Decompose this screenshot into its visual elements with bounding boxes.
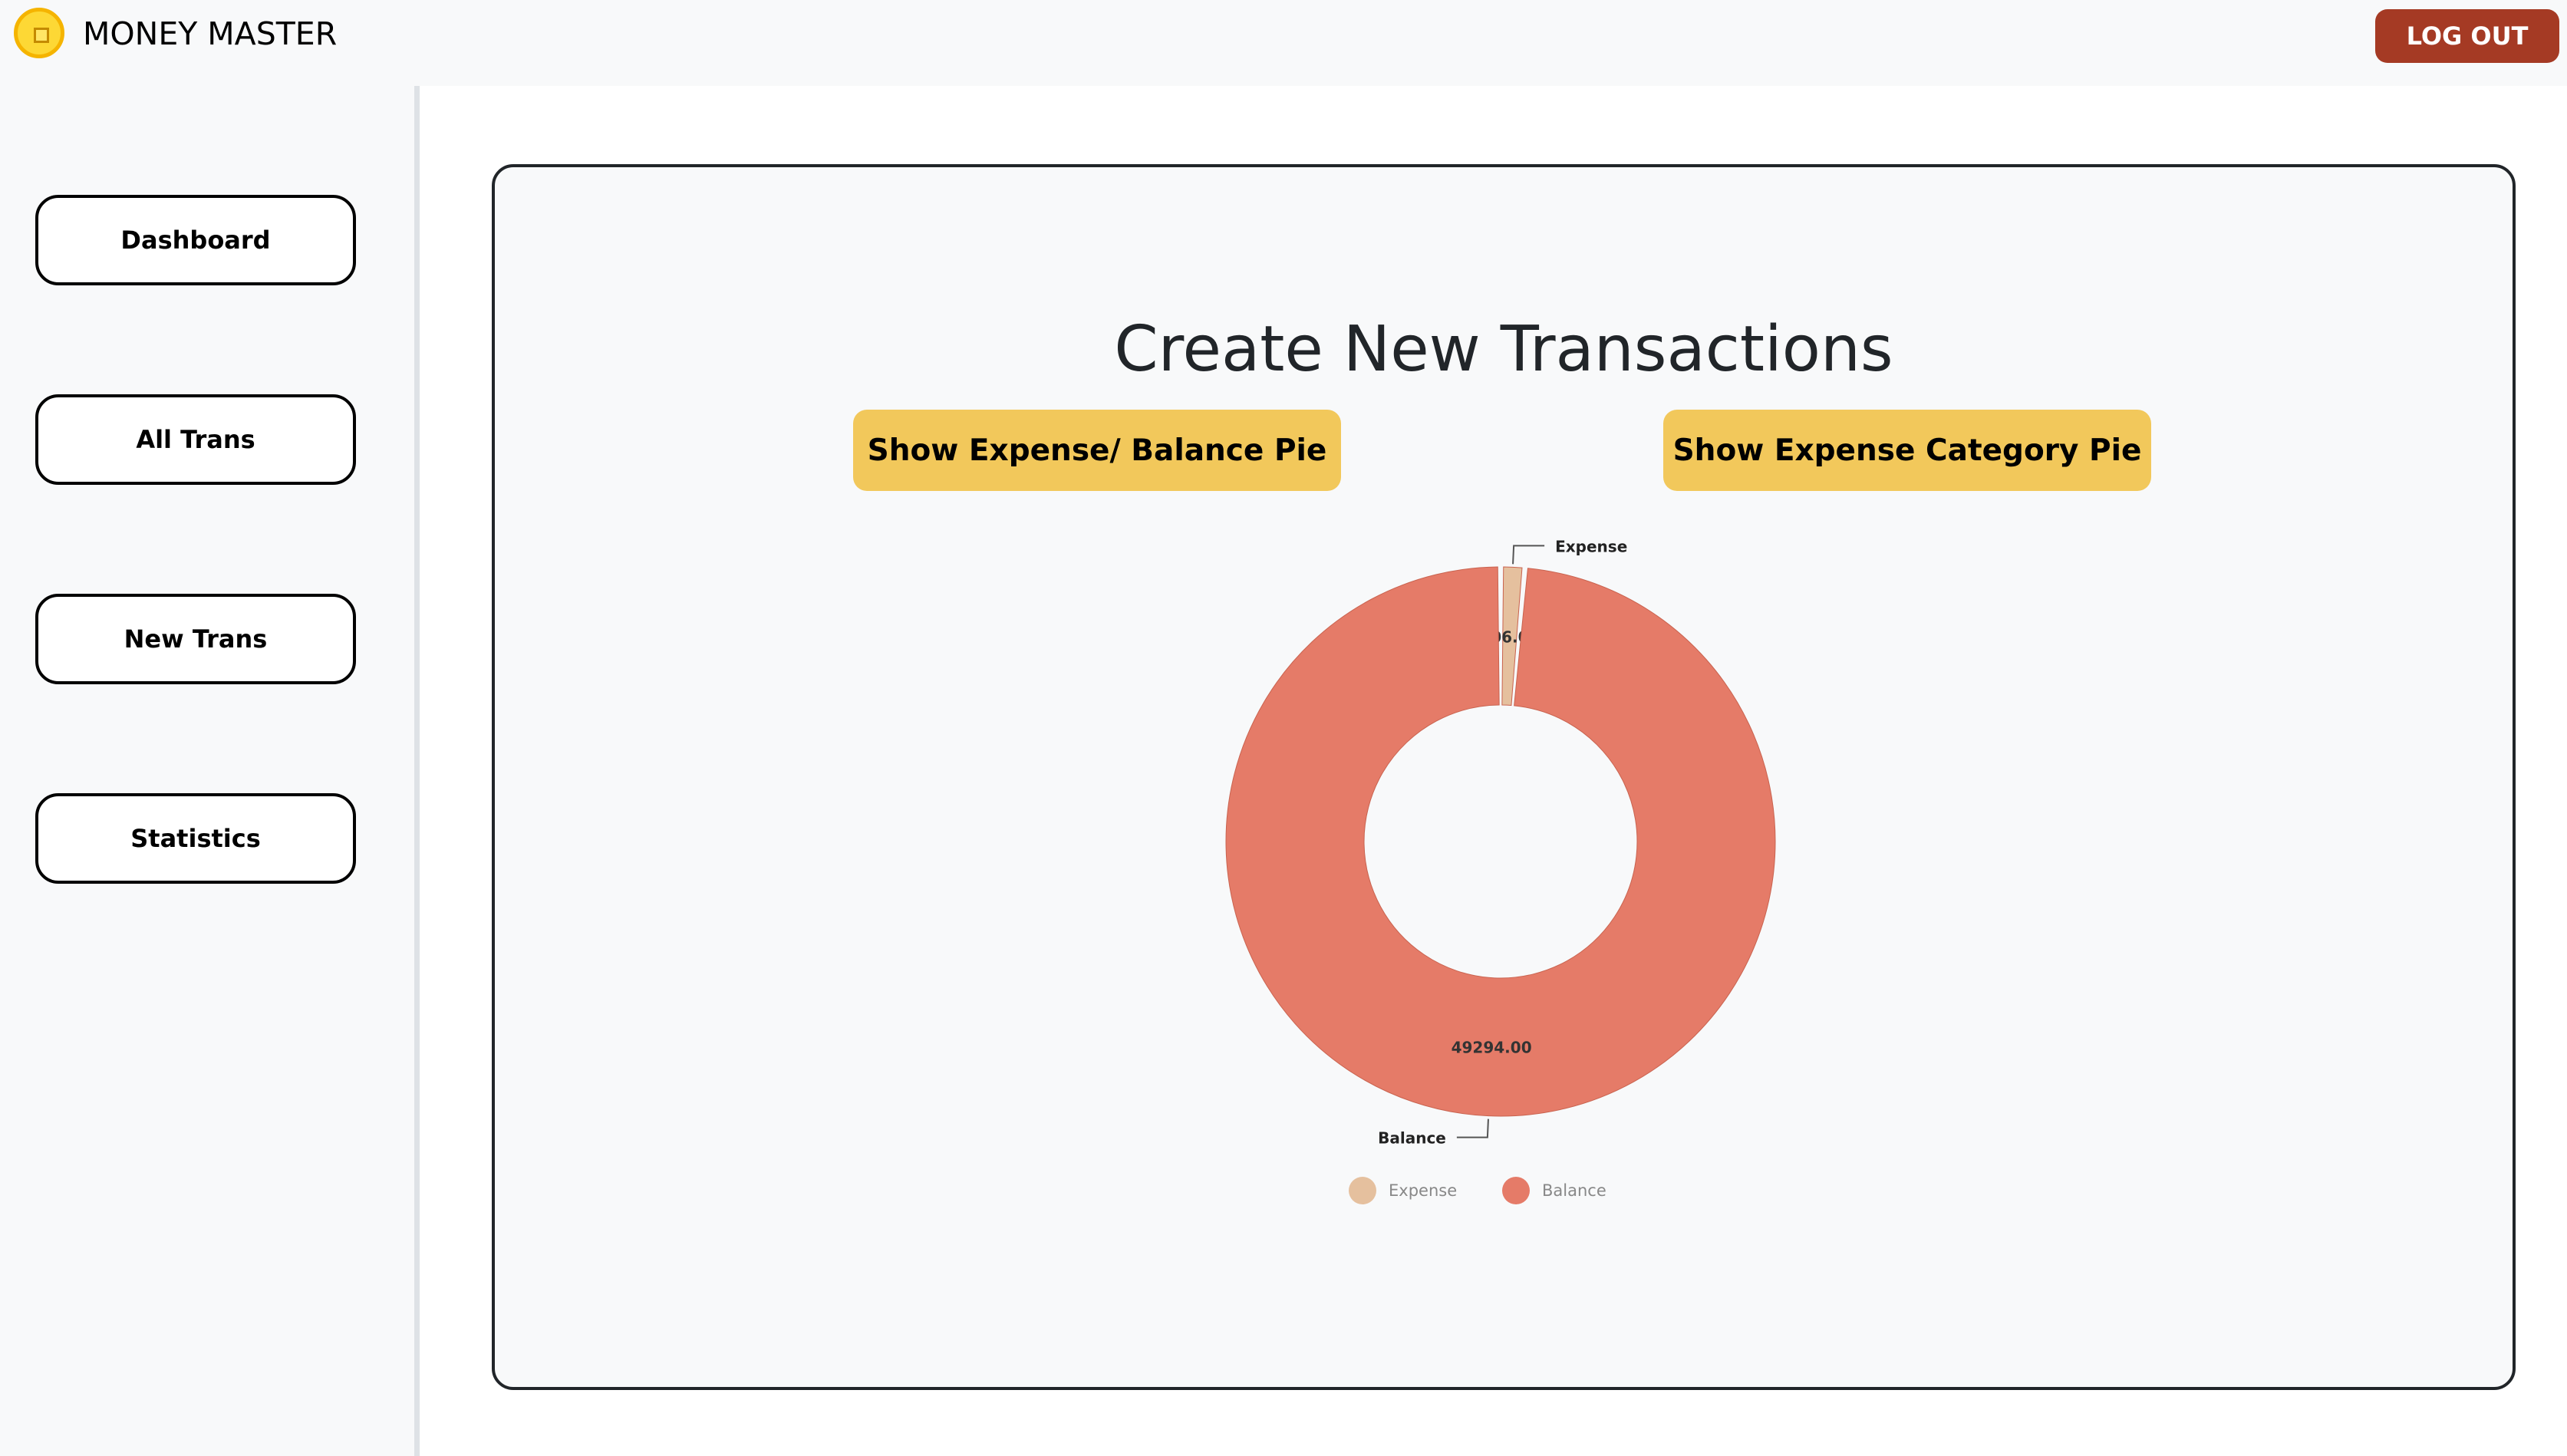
sidebar-item-dashboard[interactable]: Dashboard — [35, 195, 356, 285]
sidebar-item-statistics[interactable]: Statistics — [35, 793, 356, 884]
slice-label-expense: Expense — [1555, 537, 1627, 555]
legend-swatch-expense — [1349, 1177, 1376, 1204]
sidebar: Dashboard All Trans New Trans Statistics — [0, 86, 420, 1456]
transactions-card: Create New Transactions Show Expense/ Ba… — [492, 164, 2516, 1390]
sidebar-item-all-trans[interactable]: All Trans — [35, 394, 356, 485]
leader-line-expense — [1512, 545, 1545, 565]
pie-slice-balance — [1225, 566, 1776, 1117]
main-content: Create New Transactions Show Expense/ Ba… — [420, 86, 2567, 1456]
brand-name: MONEY MASTER — [83, 15, 338, 52]
sidebar-item-new-trans[interactable]: New Trans — [35, 594, 356, 684]
top-bar: MONEY MASTER LOG OUT — [0, 0, 2567, 86]
expense-balance-donut-chart: 706.00Expense49294.00BalanceExpense Balan… — [1225, 537, 1776, 1204]
legend-label-balance: Balance — [1542, 1181, 1606, 1200]
legend-label-expense: Expense — [1389, 1181, 1457, 1200]
slice-label-balance: Balance — [1378, 1129, 1446, 1148]
data-label-balance: 49294.00 — [1452, 1039, 1532, 1057]
leader-line-balance — [1456, 1118, 1489, 1138]
legend-swatch-balance — [1502, 1177, 1530, 1204]
coin-logo-icon — [14, 8, 64, 58]
logout-button[interactable]: LOG OUT — [2375, 9, 2559, 63]
